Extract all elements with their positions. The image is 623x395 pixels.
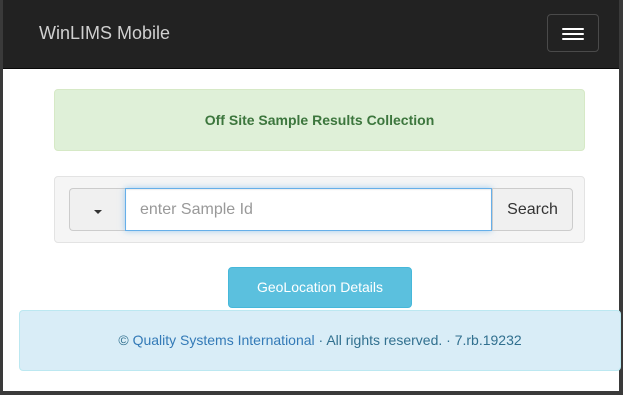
app-brand[interactable]: WinLIMS Mobile (39, 21, 170, 45)
search-button[interactable]: Search (492, 188, 573, 231)
app-frame: WinLIMS Mobile Off Site Sample Results C… (0, 0, 623, 395)
search-type-dropdown-button[interactable] (69, 188, 125, 231)
caret-down-icon (94, 210, 102, 214)
top-navbar: WinLIMS Mobile (3, 0, 619, 69)
footer-rights-text: · All rights reserved. · 7.rb.19232 (314, 332, 522, 348)
copyright-symbol: © (118, 332, 133, 348)
company-link[interactable]: Quality Systems International (133, 332, 315, 348)
page-title-alert: Off Site Sample Results Collection (54, 89, 585, 151)
sample-id-input[interactable] (125, 188, 492, 231)
menu-toggle-button[interactable] (547, 14, 599, 52)
search-panel: Search (54, 176, 585, 243)
footer: © Quality Systems International · All ri… (19, 310, 621, 371)
geolocation-details-button[interactable]: GeoLocation Details (228, 267, 412, 308)
